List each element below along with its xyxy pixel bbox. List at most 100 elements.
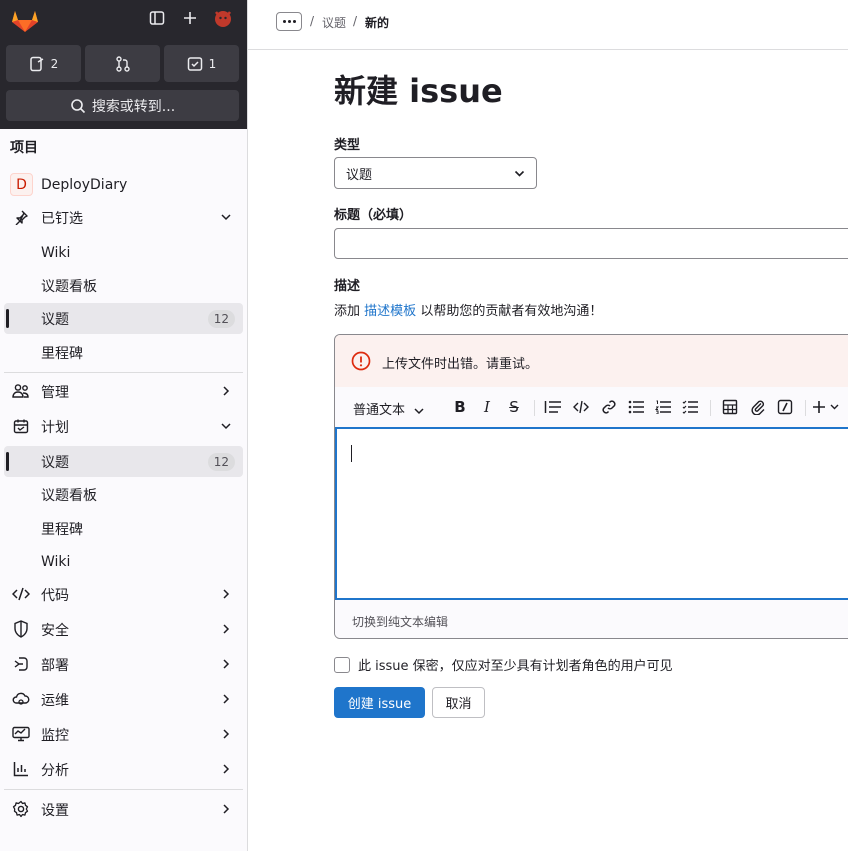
- sidebar-item-monitor[interactable]: 监控: [4, 719, 243, 750]
- ellipsis-icon: [282, 20, 286, 23]
- title-input[interactable]: [334, 228, 848, 259]
- sidebar-item-analyze[interactable]: 分析: [4, 754, 243, 785]
- link-icon[interactable]: [600, 398, 618, 416]
- chevron-right-icon: [223, 386, 230, 396]
- settings-label: 设置: [41, 802, 69, 819]
- sidebar-item-plan[interactable]: 计划: [4, 411, 243, 442]
- description-templates-link[interactable]: 描述模板: [364, 304, 416, 319]
- sidebar-item-operate[interactable]: 运维: [4, 684, 243, 715]
- sidebar-item-code[interactable]: 代码: [4, 579, 243, 610]
- analyze-label: 分析: [41, 762, 69, 779]
- nav-label: 里程碑: [41, 521, 83, 538]
- text-caret: [351, 445, 352, 462]
- create-issue-button[interactable]: 创建 issue: [334, 687, 425, 718]
- chevron-down-icon: [414, 407, 424, 414]
- description-textarea[interactable]: [335, 427, 848, 600]
- user-avatar[interactable]: [212, 7, 234, 29]
- chevron-right-icon: [223, 589, 230, 599]
- search-button[interactable]: 搜索或转到...: [6, 90, 239, 121]
- switch-plain-text-button[interactable]: 切换到纯文本编辑: [352, 613, 448, 630]
- todo-icon: [187, 56, 202, 71]
- sidebar-pinned-issues[interactable]: 议题 12: [4, 303, 243, 334]
- toggle-sidebar-icon[interactable]: [146, 7, 168, 29]
- sidebar-pinned-wiki[interactable]: Wiki: [4, 237, 243, 268]
- chevron-right-icon: [223, 659, 230, 669]
- issues-count-badge: 12: [207, 453, 235, 471]
- confidential-checkbox[interactable]: [334, 656, 350, 673]
- sidebar-plan-milestones[interactable]: 里程碑: [4, 513, 243, 544]
- strikethrough-icon[interactable]: S: [505, 398, 523, 416]
- breadcrumb-more-button[interactable]: [276, 12, 302, 31]
- cloud-gear-icon: [12, 690, 30, 708]
- editor-footer: 切换到纯文本编辑: [335, 600, 848, 638]
- toolbar-divider: [534, 400, 535, 416]
- chevron-right-icon: [223, 764, 230, 774]
- toolbar-divider: [805, 400, 806, 416]
- quote-icon[interactable]: [544, 398, 562, 416]
- confidential-option[interactable]: 此 issue 保密，仅应对至少具有计划者角色的用户可见: [334, 655, 673, 674]
- slash-commands-icon[interactable]: [776, 398, 794, 416]
- text-style-dropdown[interactable]: 普通文本: [353, 399, 425, 418]
- chevron-down-icon: [221, 214, 231, 221]
- numbered-list-icon[interactable]: [654, 398, 672, 416]
- breadcrumb-separator: /: [310, 14, 315, 28]
- chevron-right-icon: [223, 729, 230, 739]
- chevron-down-icon: [221, 423, 231, 430]
- toolbar-divider: [710, 400, 711, 416]
- table-icon[interactable]: [721, 398, 739, 416]
- sidebar-section-title: 项目: [10, 140, 38, 156]
- deployments-icon: [12, 655, 30, 673]
- project-avatar: D: [10, 173, 33, 196]
- manage-label: 管理: [41, 384, 69, 401]
- sidebar-divider: [4, 789, 243, 790]
- sidebar-item-manage[interactable]: 管理: [4, 376, 243, 407]
- sidebar-project-link[interactable]: D DeployDiary: [4, 169, 243, 200]
- bold-icon[interactable]: B: [451, 398, 469, 416]
- sidebar-plan-issues[interactable]: 议题 12: [4, 446, 243, 477]
- pin-icon: [12, 208, 30, 226]
- app-root: 2 1 搜索或转到... 项目 D DeployDiary 已钉选 Wiki 议…: [0, 0, 848, 851]
- confidential-label: 此 issue 保密，仅应对至少具有计划者角色的用户可见: [358, 659, 673, 674]
- help-prefix: 添加: [334, 304, 361, 319]
- issues-counter-button[interactable]: 2: [6, 45, 81, 82]
- todos-count: 1: [208, 56, 217, 71]
- sidebar-pinned-milestones[interactable]: 里程碑: [4, 337, 243, 368]
- text-style-label: 普通文本: [353, 403, 406, 418]
- breadcrumb-issues-link[interactable]: 议题: [322, 14, 346, 31]
- create-new-icon[interactable]: [179, 7, 201, 29]
- attachment-icon[interactable]: [749, 398, 767, 416]
- description-editor: 上传文件时出错。请重试。 普通文本 B I S 切换到纯文本编辑: [334, 334, 848, 639]
- breadcrumb: / 议题 / 新的: [248, 0, 848, 50]
- deploy-label: 部署: [41, 657, 69, 674]
- breadcrumb-separator: /: [353, 14, 358, 28]
- sidebar-item-pinned[interactable]: 已钉选: [4, 202, 243, 233]
- page-title: 新建 issue: [334, 72, 503, 110]
- merge-requests-counter-button[interactable]: [85, 45, 160, 82]
- bullet-list-icon[interactable]: [627, 398, 645, 416]
- todos-counter-button[interactable]: 1: [164, 45, 239, 82]
- sidebar-plan-issue-boards[interactable]: 议题看板: [4, 479, 243, 510]
- nav-label: 里程碑: [41, 345, 83, 362]
- monitor-icon: [12, 725, 30, 743]
- more-options-icon[interactable]: [812, 398, 842, 416]
- sidebar-item-secure[interactable]: 安全: [4, 614, 243, 645]
- cancel-button[interactable]: 取消: [432, 687, 485, 718]
- sidebar-item-deploy[interactable]: 部署: [4, 649, 243, 680]
- type-select[interactable]: 议题: [334, 157, 537, 189]
- sidebar-pinned-issue-boards[interactable]: 议题看板: [4, 270, 243, 301]
- sidebar-plan-wiki[interactable]: Wiki: [4, 546, 243, 577]
- description-help: 添加 描述模板 以帮助您的贡献者有效地沟通！: [334, 300, 602, 319]
- issue-icon: [29, 56, 44, 71]
- gitlab-logo-icon[interactable]: [9, 3, 41, 35]
- upload-error-text: 上传文件时出错。请重试。: [382, 357, 539, 372]
- italic-icon[interactable]: I: [478, 398, 496, 416]
- code-icon[interactable]: [572, 398, 590, 416]
- sidebar-divider: [4, 372, 243, 373]
- upload-error-alert: 上传文件时出错。请重试。: [335, 335, 848, 387]
- shield-icon: [12, 620, 30, 638]
- nav-label: Wiki: [41, 553, 71, 570]
- nav-label: 议题看板: [41, 278, 97, 295]
- operate-label: 运维: [41, 692, 69, 709]
- task-list-icon[interactable]: [681, 398, 699, 416]
- sidebar-item-settings[interactable]: 设置: [4, 794, 243, 825]
